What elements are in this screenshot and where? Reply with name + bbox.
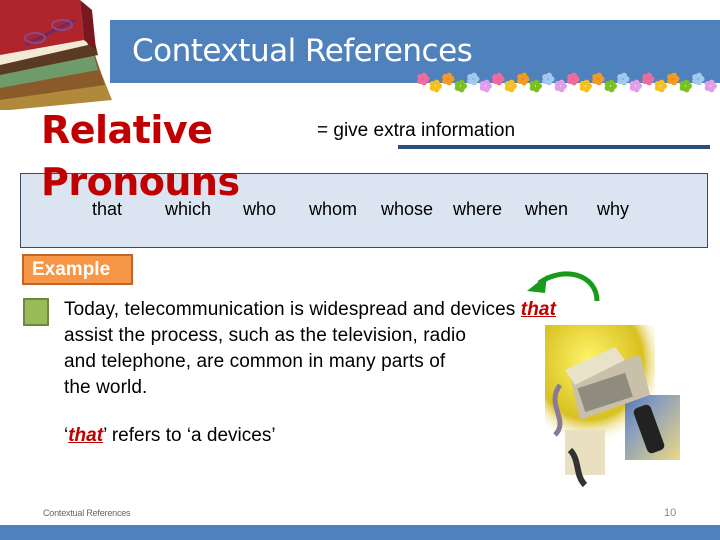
flower-icon <box>542 72 555 86</box>
pronoun-why: why <box>597 199 630 219</box>
flower-icon <box>704 79 717 93</box>
books-stack-icon <box>0 0 112 110</box>
pronoun-where: where <box>453 199 503 219</box>
flower-icon <box>604 79 617 93</box>
flower-icon <box>692 72 705 86</box>
page-title: Contextual References <box>132 33 473 69</box>
sentence-line-1-text: Today, telecommunication is widespread a… <box>64 299 521 320</box>
flower-icon <box>579 79 592 93</box>
flower-icon <box>642 72 655 86</box>
flower-icon <box>479 79 492 93</box>
flower-icon <box>429 79 442 93</box>
flower-icon <box>442 72 455 86</box>
flower-icon <box>504 79 517 93</box>
definition-text: = give extra information <box>317 120 516 141</box>
flower-icon <box>529 79 542 93</box>
sentence-line-1: Today, telecommunication is widespread a… <box>64 297 654 323</box>
flower-icon <box>654 79 667 93</box>
flower-icon <box>454 79 467 93</box>
example-label: Example <box>22 254 133 285</box>
pronoun-whose: whose <box>381 199 434 219</box>
pronoun-who: who <box>243 199 277 219</box>
heading-line-1: Relative <box>41 108 213 152</box>
flower-icon <box>629 79 642 93</box>
footer-title: Contextual References <box>43 508 131 518</box>
flower-icon <box>554 79 567 93</box>
explanation-rest: ’ refers to ‘a devices’ <box>103 425 276 446</box>
flower-icon <box>617 72 630 86</box>
explanation-text: ‘that’ refers to ‘a devices’ <box>64 425 276 447</box>
footer-band <box>0 525 720 540</box>
flower-border-decoration <box>417 72 717 93</box>
flower-icon <box>667 72 680 86</box>
flower-icon <box>492 72 505 86</box>
definition-underline <box>398 145 710 149</box>
telephones-image <box>545 325 680 488</box>
flower-icon <box>592 72 605 86</box>
flower-icon <box>567 72 580 86</box>
highlight-that: that <box>520 299 557 320</box>
flower-icon <box>417 72 430 86</box>
explanation-that: that <box>68 425 104 446</box>
heading-line-2: Pronouns <box>41 160 240 204</box>
flower-icon <box>467 72 480 86</box>
page-number: 10 <box>664 507 677 519</box>
flower-icon <box>517 72 530 86</box>
pronoun-when: when <box>525 199 569 219</box>
flower-icon <box>679 79 692 93</box>
topic-heading: Relative Pronouns <box>41 104 240 208</box>
pronoun-whom: whom <box>309 199 358 219</box>
bullet-square-icon <box>23 298 49 326</box>
